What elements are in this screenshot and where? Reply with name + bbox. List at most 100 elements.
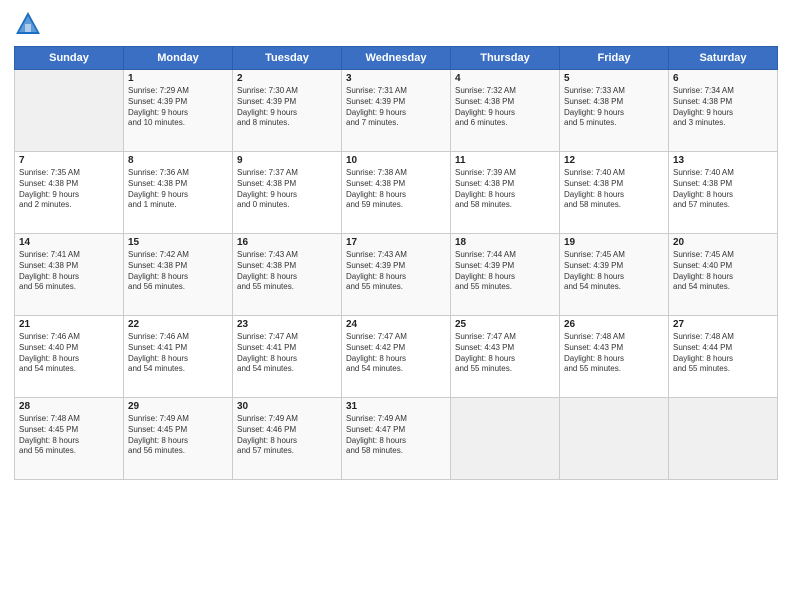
- logo-icon: [14, 10, 42, 38]
- calendar-cell: [451, 398, 560, 480]
- day-info: Sunrise: 7:47 AM Sunset: 4:41 PM Dayligh…: [237, 332, 338, 375]
- day-number: 8: [128, 155, 229, 166]
- day-number: 9: [237, 155, 338, 166]
- day-number: 21: [19, 319, 120, 330]
- day-number: 30: [237, 401, 338, 412]
- calendar-cell: [560, 398, 669, 480]
- calendar-cell: 28 Sunrise: 7:48 AM Sunset: 4:45 PM Dayli…: [15, 398, 124, 480]
- day-number: 18: [455, 237, 556, 248]
- day-number: 12: [564, 155, 665, 166]
- day-info: Sunrise: 7:49 AM Sunset: 4:46 PM Dayligh…: [237, 414, 338, 457]
- day-number: 13: [673, 155, 774, 166]
- week-row-5: 28 Sunrise: 7:48 AM Sunset: 4:45 PM Dayli…: [15, 398, 778, 480]
- calendar-cell: 18 Sunrise: 7:44 AM Sunset: 4:39 PM Dayli…: [451, 234, 560, 316]
- header: [14, 10, 778, 38]
- day-info: Sunrise: 7:33 AM Sunset: 4:38 PM Dayligh…: [564, 86, 665, 129]
- day-number: 2: [237, 73, 338, 84]
- calendar-cell: 22 Sunrise: 7:46 AM Sunset: 4:41 PM Dayli…: [124, 316, 233, 398]
- day-number: 22: [128, 319, 229, 330]
- calendar-cell: 4 Sunrise: 7:32 AM Sunset: 4:38 PM Daylig…: [451, 70, 560, 152]
- day-number: 17: [346, 237, 447, 248]
- day-info: Sunrise: 7:32 AM Sunset: 4:38 PM Dayligh…: [455, 86, 556, 129]
- day-info: Sunrise: 7:41 AM Sunset: 4:38 PM Dayligh…: [19, 250, 120, 293]
- calendar-cell: 12 Sunrise: 7:40 AM Sunset: 4:38 PM Dayli…: [560, 152, 669, 234]
- day-info: Sunrise: 7:45 AM Sunset: 4:40 PM Dayligh…: [673, 250, 774, 293]
- weekday-header-saturday: Saturday: [669, 47, 778, 70]
- week-row-1: 1 Sunrise: 7:29 AM Sunset: 4:39 PM Daylig…: [15, 70, 778, 152]
- calendar-cell: 31 Sunrise: 7:49 AM Sunset: 4:47 PM Dayli…: [342, 398, 451, 480]
- weekday-header-tuesday: Tuesday: [233, 47, 342, 70]
- day-info: Sunrise: 7:31 AM Sunset: 4:39 PM Dayligh…: [346, 86, 447, 129]
- calendar-cell: 10 Sunrise: 7:38 AM Sunset: 4:38 PM Dayli…: [342, 152, 451, 234]
- day-info: Sunrise: 7:49 AM Sunset: 4:47 PM Dayligh…: [346, 414, 447, 457]
- calendar-cell: 27 Sunrise: 7:48 AM Sunset: 4:44 PM Dayli…: [669, 316, 778, 398]
- day-info: Sunrise: 7:43 AM Sunset: 4:39 PM Dayligh…: [346, 250, 447, 293]
- week-row-3: 14 Sunrise: 7:41 AM Sunset: 4:38 PM Dayli…: [15, 234, 778, 316]
- calendar-cell: 26 Sunrise: 7:48 AM Sunset: 4:43 PM Dayli…: [560, 316, 669, 398]
- week-row-4: 21Sunrise: 7:46 AM Sunset: 4:40 PM Dayli…: [15, 316, 778, 398]
- day-info: Sunrise: 7:49 AM Sunset: 4:45 PM Dayligh…: [128, 414, 229, 457]
- day-info: Sunrise: 7:39 AM Sunset: 4:38 PM Dayligh…: [455, 168, 556, 211]
- weekday-header-thursday: Thursday: [451, 47, 560, 70]
- day-info: Sunrise: 7:42 AM Sunset: 4:38 PM Dayligh…: [128, 250, 229, 293]
- calendar-cell: 13 Sunrise: 7:40 AM Sunset: 4:38 PM Dayli…: [669, 152, 778, 234]
- calendar-cell: 15 Sunrise: 7:42 AM Sunset: 4:38 PM Dayli…: [124, 234, 233, 316]
- day-number: 10: [346, 155, 447, 166]
- day-info: Sunrise: 7:35 AM Sunset: 4:38 PM Dayligh…: [19, 168, 120, 211]
- calendar-cell: [669, 398, 778, 480]
- day-number: 4: [455, 73, 556, 84]
- day-info: Sunrise: 7:48 AM Sunset: 4:45 PM Dayligh…: [19, 414, 120, 457]
- logo: [14, 10, 46, 38]
- day-number: 26: [564, 319, 665, 330]
- calendar-cell: 24 Sunrise: 7:47 AM Sunset: 4:42 PM Dayli…: [342, 316, 451, 398]
- day-number: 1: [128, 73, 229, 84]
- calendar-cell: 7 Sunrise: 7:35 AM Sunset: 4:38 PM Daylig…: [15, 152, 124, 234]
- weekday-header-friday: Friday: [560, 47, 669, 70]
- calendar-cell: 16Sunrise: 7:43 AM Sunset: 4:38 PM Dayli…: [233, 234, 342, 316]
- day-number: 3: [346, 73, 447, 84]
- day-number: 14: [19, 237, 120, 248]
- day-info: Sunrise: 7:46 AM Sunset: 4:41 PM Dayligh…: [128, 332, 229, 375]
- week-row-2: 7 Sunrise: 7:35 AM Sunset: 4:38 PM Daylig…: [15, 152, 778, 234]
- calendar-cell: 5 Sunrise: 7:33 AM Sunset: 4:38 PM Daylig…: [560, 70, 669, 152]
- day-number: 25: [455, 319, 556, 330]
- day-number: 5: [564, 73, 665, 84]
- day-info: Sunrise: 7:43 AM Sunset: 4:38 PM Dayligh…: [237, 250, 338, 293]
- day-number: 11: [455, 155, 556, 166]
- day-info: Sunrise: 7:44 AM Sunset: 4:39 PM Dayligh…: [455, 250, 556, 293]
- calendar-cell: 30 Sunrise: 7:49 AM Sunset: 4:46 PM Dayli…: [233, 398, 342, 480]
- calendar-cell: [15, 70, 124, 152]
- day-info: Sunrise: 7:48 AM Sunset: 4:43 PM Dayligh…: [564, 332, 665, 375]
- calendar-cell: 9 Sunrise: 7:37 AM Sunset: 4:38 PM Daylig…: [233, 152, 342, 234]
- day-info: Sunrise: 7:45 AM Sunset: 4:39 PM Dayligh…: [564, 250, 665, 293]
- day-number: 6: [673, 73, 774, 84]
- calendar-cell: 19 Sunrise: 7:45 AM Sunset: 4:39 PM Dayli…: [560, 234, 669, 316]
- day-info: Sunrise: 7:34 AM Sunset: 4:38 PM Dayligh…: [673, 86, 774, 129]
- day-number: 31: [346, 401, 447, 412]
- day-number: 23: [237, 319, 338, 330]
- day-info: Sunrise: 7:29 AM Sunset: 4:39 PM Dayligh…: [128, 86, 229, 129]
- day-number: 19: [564, 237, 665, 248]
- day-info: Sunrise: 7:37 AM Sunset: 4:38 PM Dayligh…: [237, 168, 338, 211]
- calendar-cell: 25 Sunrise: 7:47 AM Sunset: 4:43 PM Dayli…: [451, 316, 560, 398]
- day-number: 24: [346, 319, 447, 330]
- day-info: Sunrise: 7:48 AM Sunset: 4:44 PM Dayligh…: [673, 332, 774, 375]
- weekday-header-sunday: Sunday: [15, 47, 124, 70]
- day-number: 15: [128, 237, 229, 248]
- calendar-cell: 2Sunrise: 7:30 AM Sunset: 4:39 PM Daylig…: [233, 70, 342, 152]
- day-info: Sunrise: 7:38 AM Sunset: 4:38 PM Dayligh…: [346, 168, 447, 211]
- day-number: 27: [673, 319, 774, 330]
- day-number: 7: [19, 155, 120, 166]
- calendar-cell: 3 Sunrise: 7:31 AM Sunset: 4:39 PM Daylig…: [342, 70, 451, 152]
- day-number: 29: [128, 401, 229, 412]
- calendar-cell: 6 Sunrise: 7:34 AM Sunset: 4:38 PM Daylig…: [669, 70, 778, 152]
- day-info: Sunrise: 7:47 AM Sunset: 4:43 PM Dayligh…: [455, 332, 556, 375]
- day-info: Sunrise: 7:47 AM Sunset: 4:42 PM Dayligh…: [346, 332, 447, 375]
- calendar-cell: 17 Sunrise: 7:43 AM Sunset: 4:39 PM Dayli…: [342, 234, 451, 316]
- calendar-cell: 14 Sunrise: 7:41 AM Sunset: 4:38 PM Dayli…: [15, 234, 124, 316]
- calendar-cell: 29 Sunrise: 7:49 AM Sunset: 4:45 PM Dayli…: [124, 398, 233, 480]
- day-info: Sunrise: 7:40 AM Sunset: 4:38 PM Dayligh…: [673, 168, 774, 211]
- day-info: Sunrise: 7:40 AM Sunset: 4:38 PM Dayligh…: [564, 168, 665, 211]
- weekday-header-wednesday: Wednesday: [342, 47, 451, 70]
- day-number: 28: [19, 401, 120, 412]
